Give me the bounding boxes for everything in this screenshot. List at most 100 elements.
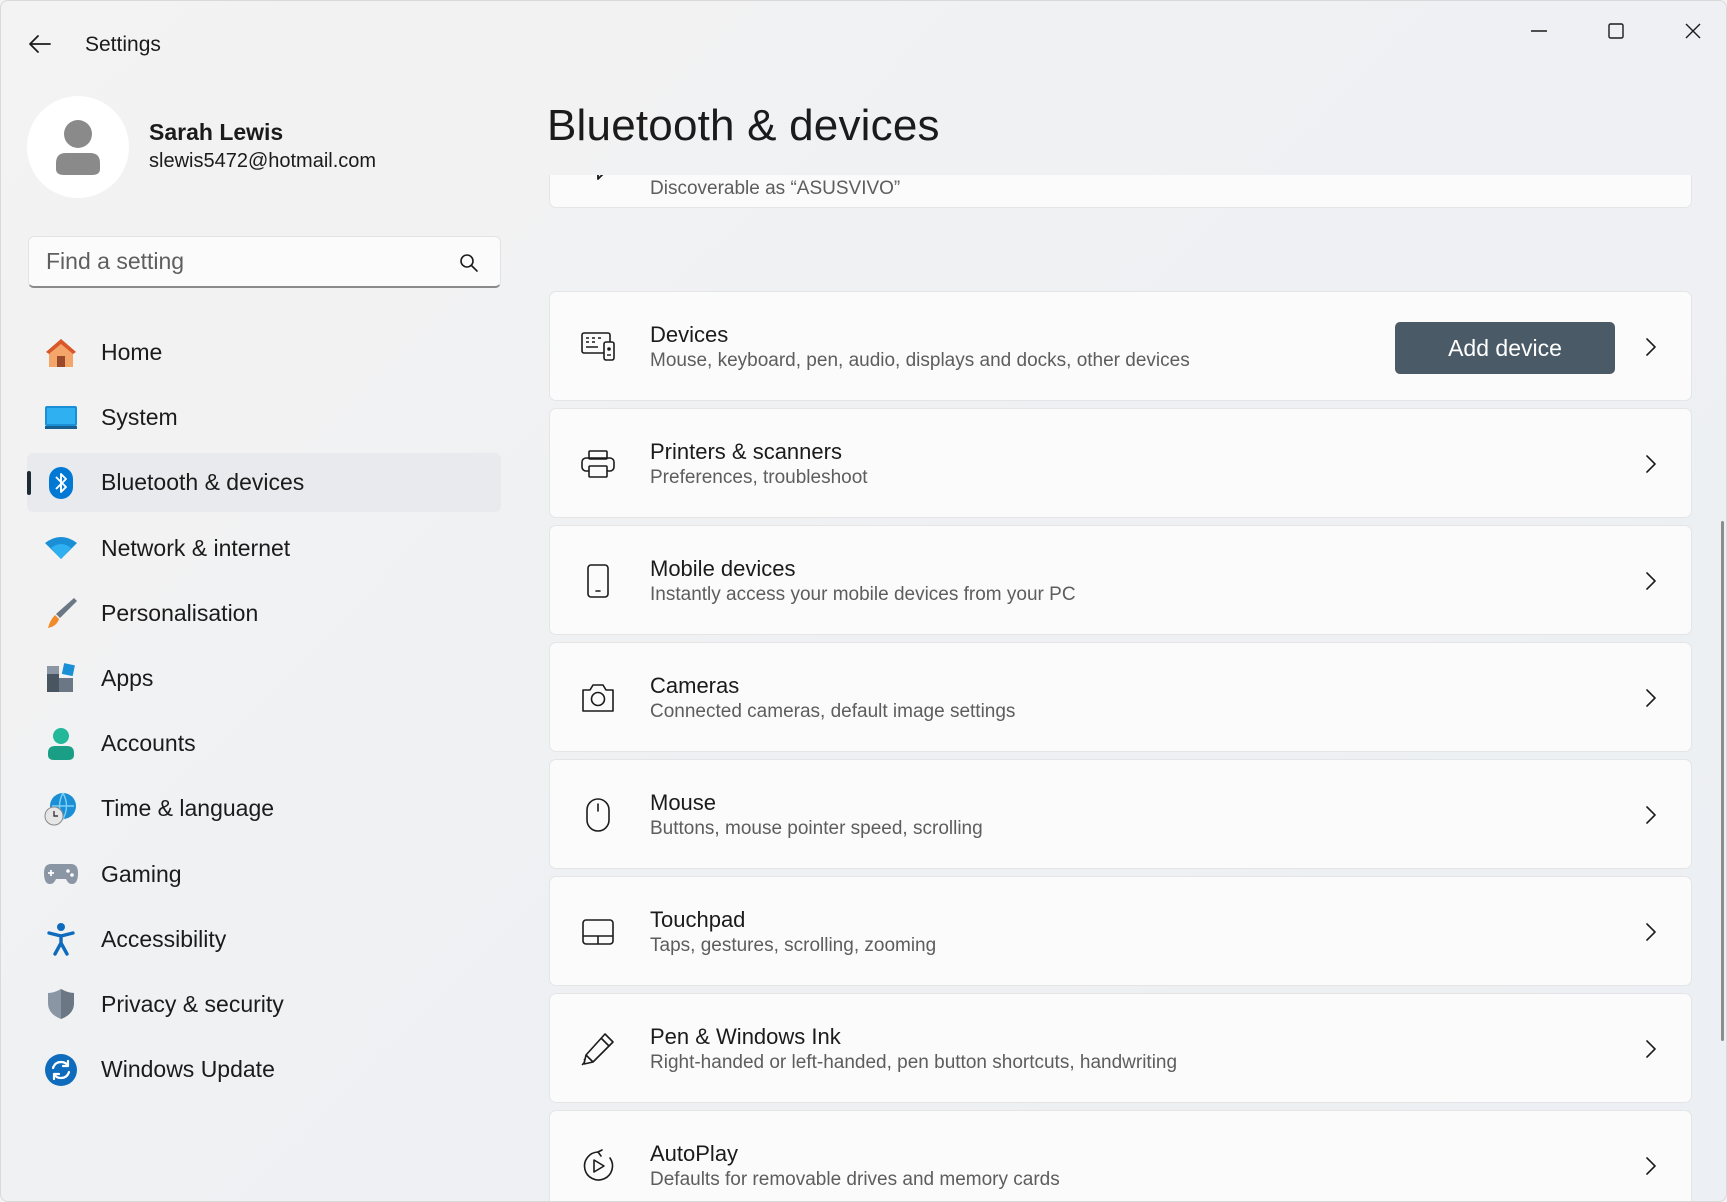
sidebar-item-label: Accessibility	[101, 925, 227, 952]
chevron-right-icon	[1641, 805, 1661, 825]
minimize-button[interactable]	[1509, 11, 1569, 51]
card-title: Touchpad	[650, 907, 746, 932]
avatar[interactable]	[27, 96, 129, 198]
card-subtitle: Connected cameras, default image setting…	[650, 701, 1016, 722]
autoplay-card[interactable]: AutoPlay Defaults for removable drives a…	[549, 1110, 1692, 1201]
brush-icon	[43, 595, 79, 631]
chevron-right-icon	[1641, 1156, 1661, 1176]
sidebar-item-label: Time & language	[101, 795, 275, 822]
sidebar-item-bluetooth-devices[interactable]: Bluetooth & devices	[27, 453, 501, 513]
user-email: slewis5472@hotmail.com	[149, 150, 377, 172]
card-subtitle: Preferences, troubleshoot	[650, 467, 868, 488]
page-title: Bluetooth & devices	[547, 101, 940, 150]
sidebar-item-label: Apps	[101, 664, 154, 691]
maximize-button[interactable]	[1586, 11, 1646, 51]
touchpad-icon	[580, 914, 616, 950]
devices-icon	[580, 328, 616, 364]
chevron-right-icon	[1641, 454, 1661, 474]
card-title: Devices	[650, 322, 729, 347]
card-title: AutoPlay	[650, 1141, 739, 1166]
bluetooth-discoverable-text: Discoverable as “ASUSVIVO”	[650, 178, 901, 199]
vertical-scrollbar[interactable]	[1721, 521, 1724, 1041]
shield-icon	[43, 986, 79, 1022]
printers-scanners-card[interactable]: Printers & scanners Preferences, trouble…	[549, 408, 1692, 518]
sidebar-item-label: Accounts	[101, 730, 196, 757]
home-icon	[43, 335, 79, 371]
sidebar-item-accessibility[interactable]: Accessibility	[27, 910, 501, 969]
update-icon	[43, 1052, 79, 1088]
sidebar-item-home[interactable]: Home	[27, 323, 501, 382]
autoplay-icon	[580, 1148, 616, 1184]
title-bar: Settings	[1, 1, 1726, 87]
touchpad-card[interactable]: Touchpad Taps, gestures, scrolling, zoom…	[549, 876, 1692, 986]
mouse-icon	[580, 797, 616, 833]
chevron-right-icon	[1641, 571, 1661, 591]
bluetooth-icon	[43, 465, 79, 501]
bluetooth-icon	[580, 175, 616, 186]
accessibility-icon	[43, 921, 79, 957]
card-title: Pen & Windows Ink	[650, 1024, 841, 1049]
sidebar-item-apps[interactable]: Apps	[27, 649, 501, 708]
sidebar-item-personalisation[interactable]: Personalisation	[27, 584, 501, 643]
add-device-button[interactable]: Add device	[1395, 322, 1615, 374]
apps-icon	[43, 660, 79, 696]
maximize-icon	[1608, 23, 1624, 39]
mobile-devices-card[interactable]: Mobile devices Instantly access your mob…	[549, 525, 1692, 635]
sidebar-item-accounts[interactable]: Accounts	[27, 714, 501, 773]
gamepad-icon	[43, 856, 79, 892]
active-indicator	[27, 471, 31, 496]
card-subtitle: Taps, gestures, scrolling, zooming	[650, 935, 937, 956]
card-subtitle: Instantly access your mobile devices fro…	[650, 584, 1076, 605]
pen-windows-ink-card[interactable]: Pen & Windows Ink Right-handed or left-h…	[549, 993, 1692, 1103]
back-button[interactable]	[23, 27, 57, 61]
sidebar-item-privacy-security[interactable]: Privacy & security	[27, 975, 501, 1034]
card-subtitle: Mouse, keyboard, pen, audio, displays an…	[650, 350, 1190, 371]
search-input[interactable]	[46, 248, 446, 275]
sidebar-item-windows-update[interactable]: Windows Update	[27, 1040, 501, 1099]
user-avatar-icon	[56, 120, 100, 175]
mouse-card[interactable]: Mouse Buttons, mouse pointer speed, scro…	[549, 759, 1692, 869]
card-title: Cameras	[650, 673, 740, 698]
camera-icon	[580, 680, 616, 716]
settings-window: Settings Sarah Lewis slewis5472@hotmail.…	[0, 0, 1727, 1202]
card-subtitle: Buttons, mouse pointer speed, scrolling	[650, 818, 983, 839]
card-title: Mouse	[650, 790, 717, 815]
wifi-icon	[43, 530, 79, 566]
sidebar-nav: Home System Bluetooth & devices Network …	[27, 323, 501, 1105]
chevron-right-icon	[1641, 688, 1661, 708]
minimize-icon	[1531, 30, 1547, 32]
search-icon[interactable]	[458, 252, 480, 274]
sidebar-item-label: Network & internet	[101, 534, 291, 561]
sidebar-item-label: Windows Update	[101, 1056, 275, 1083]
chevron-right-icon	[1641, 1039, 1661, 1059]
sidebar-item-label: Privacy & security	[101, 990, 284, 1017]
devices-card[interactable]: Devices Mouse, keyboard, pen, audio, dis…	[549, 291, 1692, 401]
sidebar-item-time-language[interactable]: Time & language	[27, 779, 501, 838]
sidebar-item-gaming[interactable]: Gaming	[27, 845, 501, 904]
user-name: Sarah Lewis	[149, 119, 284, 145]
card-title: Printers & scanners	[650, 439, 842, 464]
phone-icon	[580, 563, 616, 599]
sidebar-item-label: Personalisation	[101, 599, 259, 626]
sidebar-item-label: Bluetooth & devices	[101, 469, 305, 496]
system-icon	[43, 400, 79, 436]
close-button[interactable]	[1663, 11, 1723, 51]
cameras-card[interactable]: Cameras Connected cameras, default image…	[549, 642, 1692, 752]
sidebar-item-label: System	[101, 404, 178, 431]
card-subtitle: Right-handed or left-handed, pen button …	[650, 1052, 1178, 1073]
card-title: Mobile devices	[650, 556, 796, 581]
bluetooth-card: Discoverable as “ASUSVIVO” On	[549, 175, 1692, 208]
back-arrow-icon	[29, 35, 51, 53]
sidebar-item-label: Gaming	[101, 860, 182, 887]
search-box[interactable]	[28, 236, 501, 288]
chevron-right-icon	[1641, 922, 1661, 942]
printer-icon	[580, 446, 616, 482]
chevron-right-icon	[1641, 337, 1661, 357]
sidebar-item-system[interactable]: System	[27, 388, 501, 447]
globe-clock-icon	[43, 791, 79, 827]
card-subtitle: Defaults for removable drives and memory…	[650, 1169, 1060, 1190]
sidebar-item-label: Home	[101, 339, 163, 365]
main-content: Discoverable as “ASUSVIVO” On Devices Mo…	[541, 175, 1716, 1201]
sidebar-item-network[interactable]: Network & internet	[27, 519, 501, 578]
accounts-icon	[43, 726, 79, 762]
